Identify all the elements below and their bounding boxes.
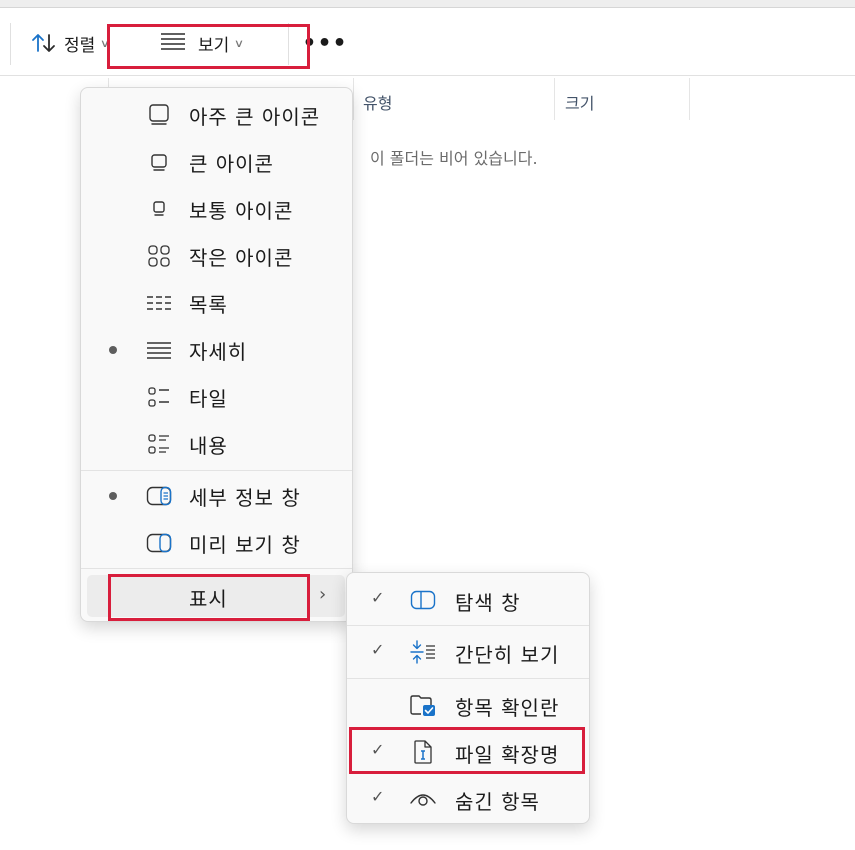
window-top-strip [0,0,855,8]
chevron-right-icon: › [319,584,327,605]
menu-item-label: 타일 [189,386,228,411]
navigation-pane-icon [409,587,437,613]
preview-pane-icon [146,530,172,556]
column-separator[interactable] [554,78,555,120]
menu-separator [347,678,589,679]
menu-item-extra-large-icons[interactable]: 아주 큰 아이콘 [85,93,349,137]
list-icon [146,290,172,316]
medium-icons-icon [146,196,172,222]
menu-item-label: 내용 [189,433,228,458]
submenu-item-compact-view[interactable]: ✓ 간단히 보기 [351,630,587,674]
menu-separator [81,470,352,471]
more-options-button[interactable]: ••• [302,23,346,63]
selected-bullet-icon [109,346,117,354]
submenu-item-item-checkboxes[interactable]: 항목 확인란 [351,683,587,727]
large-icons-icon [146,149,172,175]
highlight-file-extensions [349,727,585,774]
menu-item-label: 아주 큰 아이콘 [189,104,321,129]
menu-item-label: 자세히 [189,339,248,364]
small-icons-icon [146,243,172,269]
menu-item-label: 큰 아이콘 [189,151,274,176]
menu-item-preview-pane[interactable]: 미리 보기 창 [85,521,349,565]
menu-item-details[interactable]: 자세히 [85,328,349,372]
details-icon [146,337,172,363]
sort-arrows-icon [26,32,62,54]
compact-view-icon [409,639,437,665]
column-separator[interactable] [689,78,690,120]
content-icon [146,431,172,457]
submenu-item-navigation-pane[interactable]: ✓ 탐색 창 [351,578,587,622]
submenu-item-label: 항목 확인란 [455,696,560,720]
menu-separator [81,568,352,569]
sort-label: 정렬 [64,35,96,56]
empty-folder-message: 이 폴더는 비어 있습니다. [370,149,538,168]
column-header-type[interactable]: 유형 [363,90,392,114]
column-separator[interactable] [353,78,354,120]
tiles-icon [146,384,172,410]
menu-item-tiles[interactable]: 타일 [85,375,349,419]
menu-item-list[interactable]: 목록 [85,281,349,325]
menu-item-details-pane[interactable]: 세부 정보 창 [85,474,349,518]
menu-item-label: 미리 보기 창 [189,532,301,557]
submenu-item-label: 탐색 창 [455,591,521,615]
toolbar-separator [10,23,11,65]
column-header-size[interactable]: 크기 [565,90,594,114]
submenu-item-label: 간단히 보기 [455,643,560,667]
check-icon: ✓ [371,787,385,806]
menu-item-medium-icons[interactable]: 보통 아이콘 [85,187,349,231]
menu-item-small-icons[interactable]: 작은 아이콘 [85,234,349,278]
selected-bullet-icon [109,492,117,500]
show-submenu: ✓ 탐색 창 ✓ 간단히 보기 항목 확인란 ✓ 파일 확장명 ✓ 숨긴 항목 [346,572,590,824]
menu-separator [347,625,589,626]
extra-large-icons-icon [146,102,172,128]
highlight-show-item [108,574,310,621]
check-icon: ✓ [371,588,385,607]
menu-item-label: 목록 [189,292,228,317]
details-pane-icon [146,483,172,509]
submenu-item-label: 숨긴 항목 [455,790,540,814]
submenu-item-hidden-items[interactable]: ✓ 숨긴 항목 [351,777,587,821]
view-menu: 아주 큰 아이콘 큰 아이콘 보통 아이콘 작은 아이콘 목록 자세히 타일 내… [80,87,353,622]
menu-item-label: 작은 아이콘 [189,245,294,270]
highlight-view-button [107,24,310,69]
check-icon: ✓ [371,640,385,659]
menu-item-label: 세부 정보 창 [189,485,301,510]
menu-item-large-icons[interactable]: 큰 아이콘 [85,140,349,184]
menu-item-label: 보통 아이콘 [189,198,294,223]
item-checkboxes-icon [409,692,437,718]
menu-item-content[interactable]: 내용 [85,422,349,466]
hidden-items-eye-icon [409,786,437,812]
